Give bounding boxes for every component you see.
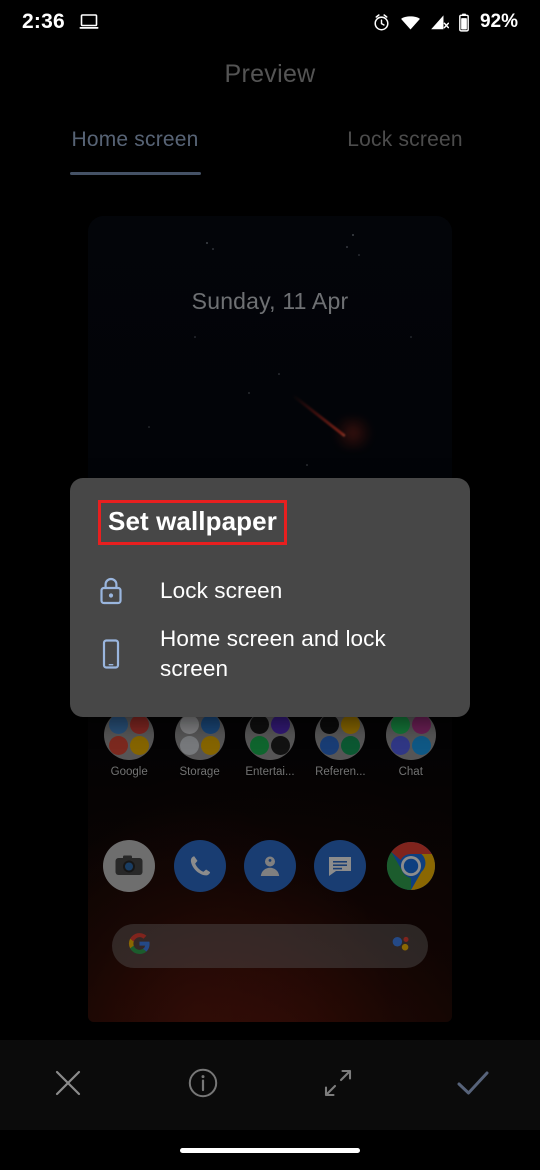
home-folder-label: Entertai...: [245, 766, 295, 778]
meteor-glow: [331, 416, 375, 450]
battery-percent: 92%: [479, 11, 518, 32]
dialog-title-wrap: Set wallpaper: [70, 500, 470, 545]
tab-inactive-indicator: [340, 172, 471, 175]
home-folder-label: Chat: [398, 766, 423, 778]
dialog-option-home-and-lock-screen[interactable]: Home screen and lock screen: [70, 615, 470, 693]
phone-app-icon[interactable]: [173, 840, 226, 892]
battery-icon: [458, 13, 470, 32]
status-time: 2:36: [22, 10, 65, 33]
laptop-cast-icon: [78, 13, 100, 31]
expand-button[interactable]: [270, 1040, 405, 1130]
wallpaper-date-text: Sunday, 11 Apr: [191, 288, 349, 314]
chrome-app-icon[interactable]: [385, 840, 437, 892]
home-folder-label: Referen...: [315, 766, 366, 778]
tab-lock-screen[interactable]: Lock screen: [270, 128, 540, 183]
expand-arrows-icon: [321, 1066, 355, 1105]
home-folder[interactable]: Google: [98, 710, 160, 778]
mobile-signal-off-icon: [430, 14, 449, 31]
check-icon: [456, 1068, 490, 1103]
dialog-title: Set wallpaper: [98, 500, 287, 545]
close-icon: [53, 1068, 83, 1103]
status-bar-right: 92%: [372, 11, 518, 33]
dialog-option-lock-screen-label: Lock screen: [160, 578, 283, 603]
home-folder-label: Storage: [179, 766, 220, 778]
smartphone-icon: [98, 638, 132, 670]
set-wallpaper-dialog: Set wallpaper Lock screen Home screen an…: [70, 478, 470, 717]
confirm-button[interactable]: [405, 1040, 540, 1130]
home-indicator[interactable]: [180, 1147, 360, 1153]
info-button[interactable]: [135, 1040, 270, 1130]
tab-home-screen-label: Home screen: [71, 128, 199, 151]
home-folder-label: Google: [110, 766, 148, 778]
home-folder[interactable]: Entertai...: [239, 710, 301, 778]
home-folder[interactable]: Chat: [380, 710, 442, 778]
tab-lock-screen-label: Lock screen: [347, 128, 463, 151]
dialog-option-home-and-lock-screen-label: Home screen and lock screen: [160, 626, 386, 681]
google-assistant-icon: [390, 934, 412, 959]
system-navigation-bar: [0, 1130, 540, 1170]
bottom-action-bar: [0, 1040, 540, 1130]
folder-icon-google: [104, 710, 155, 760]
page-title: Preview: [224, 60, 316, 88]
home-folder-row: Google Storage Entertai... Referen... Ch…: [88, 710, 452, 778]
wifi-icon: [400, 14, 421, 31]
status-bar-left: 2:36: [22, 10, 100, 34]
home-dock-row: [88, 840, 452, 892]
home-folder[interactable]: Referen...: [309, 710, 371, 778]
tab-bar: Home screen Lock screen: [0, 128, 540, 183]
tab-home-screen[interactable]: Home screen: [0, 128, 270, 183]
camera-app-icon[interactable]: [103, 840, 156, 892]
alarm-clock-icon: [372, 13, 391, 32]
tab-active-indicator: [69, 172, 201, 175]
messages-app-icon[interactable]: [314, 840, 367, 892]
folder-icon-chat: [385, 710, 436, 760]
google-g-icon: [128, 932, 151, 960]
google-search-bar[interactable]: [112, 924, 428, 968]
close-button[interactable]: [0, 1040, 135, 1130]
status-bar: 2:36 92%: [0, 0, 540, 44]
folder-icon-reference: [315, 710, 366, 760]
info-circle-icon: [187, 1067, 219, 1104]
contacts-app-icon[interactable]: [243, 840, 296, 892]
folder-icon-storage: [174, 710, 225, 760]
home-folder[interactable]: Storage: [169, 710, 231, 778]
lock-icon: [98, 576, 132, 606]
dialog-option-lock-screen[interactable]: Lock screen: [70, 567, 470, 615]
folder-icon-entertainment: [244, 710, 295, 760]
